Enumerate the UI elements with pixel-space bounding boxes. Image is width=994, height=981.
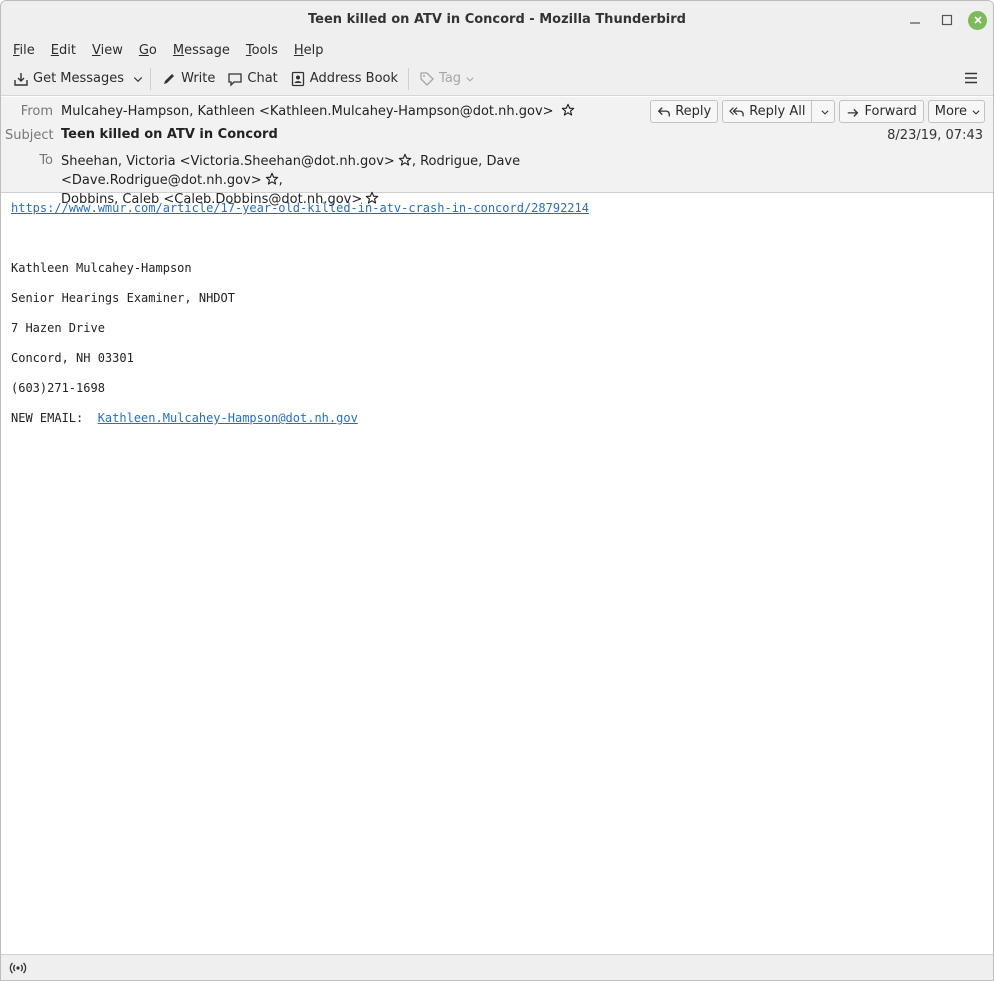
main-toolbar: Get Messages Write Chat Address Book Tag (1, 62, 993, 96)
reply-all-arrow-icon (729, 106, 744, 116)
chevron-down-icon (466, 76, 474, 82)
status-bar (1, 954, 993, 980)
close-icon (973, 16, 982, 24)
chevron-down-icon (133, 76, 143, 82)
inbox-download-icon (14, 72, 28, 86)
tag-icon (420, 71, 434, 86)
signature-email-link[interactable]: Kathleen.Mulcahey-Hampson@dot.nh.gov (98, 411, 358, 425)
star-icon[interactable] (398, 153, 412, 167)
menu-help-mnemonic: H (293, 42, 304, 58)
write-button[interactable]: Write (155, 67, 221, 91)
message-date: 8/23/19, 07:43 (887, 128, 983, 143)
menu-message-label: essage (184, 42, 230, 58)
address-book-label: Address Book (309, 71, 399, 86)
get-messages-label: Get Messages (33, 71, 125, 86)
menu-bar: File Edit View Go Message Tools Help (1, 38, 993, 62)
reply-arrow-icon (658, 106, 671, 116)
address-book-button[interactable]: Address Book (284, 67, 404, 91)
menu-go-mnemonic: G (138, 42, 149, 58)
maximize-icon (941, 14, 953, 26)
star-icon[interactable] (265, 172, 279, 186)
reply-all-main[interactable]: Reply All (723, 101, 813, 122)
more-label: More (934, 104, 967, 119)
pencil-icon (164, 73, 175, 84)
reply-all-label: Reply All (749, 104, 806, 119)
close-button[interactable] (968, 10, 987, 30)
toolbar-separator (150, 67, 152, 90)
menu-view-mnemonic: V (91, 42, 101, 58)
menu-help[interactable]: Help (286, 43, 332, 58)
toolbar-separator (408, 67, 410, 90)
signature-title: Senior Hearings Examiner, NHDOT (11, 291, 235, 305)
menu-go-label: o (148, 42, 157, 58)
forward-label: Forward (864, 104, 917, 119)
wifi-antenna-icon[interactable] (9, 961, 27, 975)
chat-label: Chat (247, 71, 278, 86)
menu-message[interactable]: Message (165, 43, 238, 58)
signature-name: Kathleen Mulcahey-Hampson (11, 261, 192, 275)
to-label: To (39, 153, 53, 168)
title-bar[interactable]: Teen killed on ATV in Concord - Mozilla … (1, 1, 993, 38)
signature-email-label: NEW EMAIL: (11, 411, 84, 425)
menu-tools[interactable]: Tools (238, 43, 286, 58)
menu-file[interactable]: File (5, 43, 43, 58)
chat-button[interactable]: Chat (221, 67, 283, 91)
menu-go[interactable]: Go (131, 43, 165, 58)
menu-edit[interactable]: Edit (43, 43, 84, 58)
chevron-down-icon (821, 109, 830, 115)
address-book-icon (291, 71, 304, 86)
signature-email-line: NEW EMAIL: Kathleen.Mulcahey-Hampson@dot… (11, 411, 358, 425)
menu-message-mnemonic: M (172, 42, 185, 58)
from-field: Mulcahey-Hampson, Kathleen <Kathleen.Mul… (61, 103, 575, 119)
reply-button[interactable]: Reply (650, 100, 719, 123)
reply-all-dropdown[interactable] (816, 101, 834, 122)
forward-arrow-icon (848, 108, 859, 117)
reply-all-button[interactable]: Reply All (722, 100, 836, 123)
menu-edit-mnemonic: E (50, 42, 59, 58)
recipient-separator: , (411, 154, 421, 169)
subject-label: Subject (5, 128, 54, 143)
write-label: Write (181, 71, 216, 86)
hamburger-menu-icon (965, 72, 977, 84)
from-address[interactable]: Mulcahey-Hampson, Kathleen <Kathleen.Mul… (61, 104, 554, 119)
signature-city: Concord, NH 03301 (11, 351, 134, 365)
menu-view[interactable]: View (84, 43, 131, 58)
header-actions: Reply Reply All Forward More (650, 100, 985, 123)
get-messages-dropdown[interactable] (130, 69, 146, 89)
tag-label: Tag (439, 71, 462, 86)
menu-file-label: ile (19, 42, 35, 58)
recipient-sheehan[interactable]: Sheehan, Victoria <Victoria.Sheehan@dot.… (61, 154, 395, 169)
get-messages-button[interactable]: Get Messages (7, 67, 130, 91)
window-title: Teen killed on ATV in Concord - Mozilla … (308, 12, 686, 27)
chevron-down-icon (972, 109, 980, 115)
subject-value: Teen killed on ATV in Concord (61, 127, 278, 142)
article-link[interactable]: https://www.wmur.com/article/17-year-old… (11, 201, 589, 215)
menu-tools-label: ools (251, 42, 278, 58)
menu-edit-label: dit (59, 42, 76, 58)
thunderbird-window: Teen killed on ATV in Concord - Mozilla … (0, 0, 994, 981)
message-header: From Mulcahey-Hampson, Kathleen <Kathlee… (1, 97, 993, 207)
signature-address: 7 Hazen Drive (11, 321, 105, 335)
reply-label: Reply (675, 104, 712, 119)
menu-view-label: iew (100, 42, 123, 58)
chat-bubble-icon (228, 72, 243, 87)
menu-help-label: elp (303, 42, 324, 58)
recipient-separator: , (278, 173, 283, 188)
minimize-icon (910, 22, 920, 24)
forward-button[interactable]: Forward (839, 100, 924, 123)
maximize-button[interactable] (936, 9, 958, 31)
app-menu-button[interactable] (963, 70, 979, 90)
more-button[interactable]: More (927, 100, 985, 123)
tag-button[interactable]: Tag (413, 67, 481, 91)
signature-phone: (603)271-1698 (11, 381, 105, 395)
window-controls (904, 9, 987, 31)
minimize-button[interactable] (904, 9, 926, 31)
from-label: From (20, 104, 53, 119)
star-icon[interactable] (561, 103, 575, 117)
